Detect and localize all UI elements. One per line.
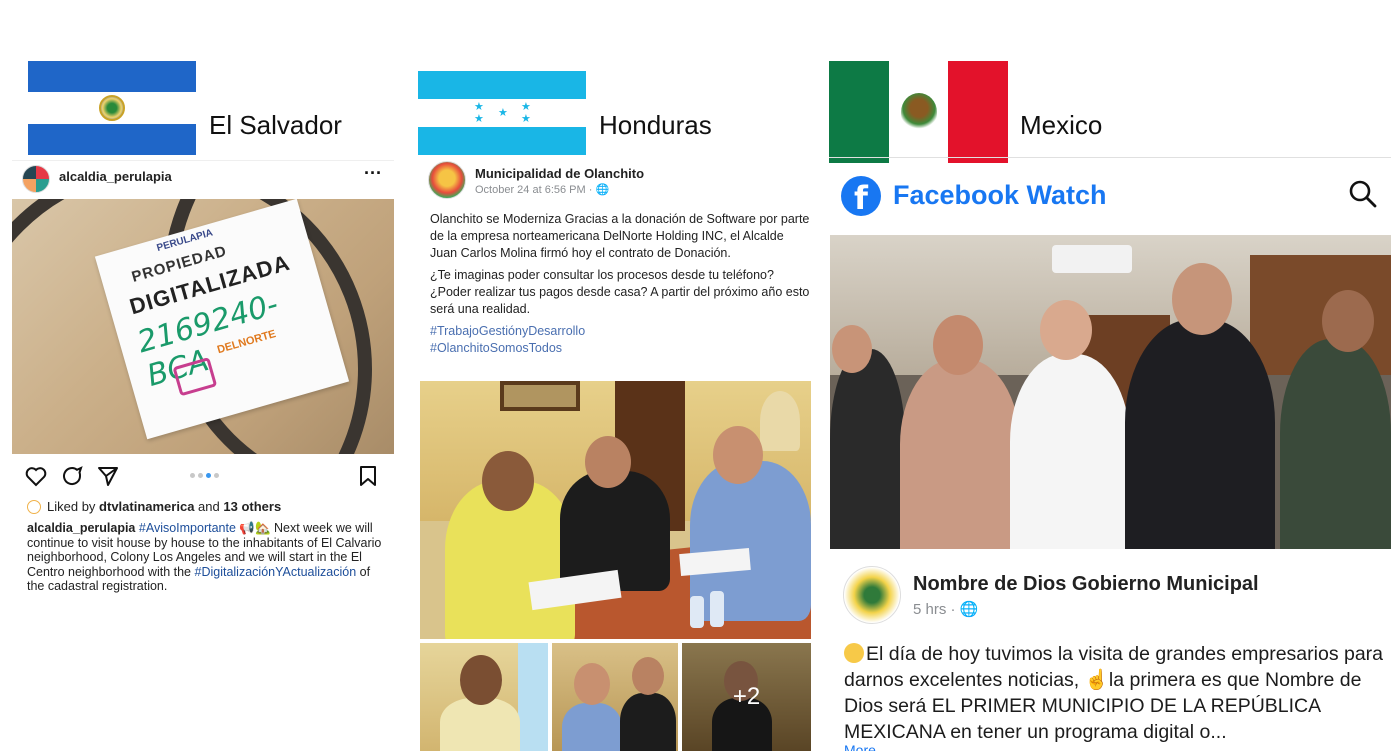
page-avatar[interactable] xyxy=(843,566,901,624)
post-photo[interactable] xyxy=(830,235,1391,549)
caption-hashtag[interactable]: #AvisoImportante xyxy=(139,521,236,535)
country-label-el-salvador: El Salvador xyxy=(209,110,342,140)
page-name[interactable]: Municipalidad de Olanchito xyxy=(475,166,644,181)
likes-line: Liked by dtvlatinamerica and 13 others xyxy=(27,499,281,514)
flag-stars: ★ ★ ★ ★ ★ xyxy=(418,99,586,127)
star-icon: ★ xyxy=(498,107,508,119)
post-thumbnail-strip: +2 xyxy=(420,643,811,751)
comment-icon[interactable] xyxy=(60,464,84,488)
smile-emoji-icon xyxy=(844,643,864,663)
liker-avatar-icon xyxy=(27,500,41,514)
pointing-hand-emoji-icon: ☝ xyxy=(1084,669,1109,691)
mexico-flag xyxy=(829,61,1008,163)
eagle-emblem-icon xyxy=(901,93,937,131)
post-thumbnail[interactable] xyxy=(420,643,548,751)
post-username[interactable]: alcaldia_perulapia xyxy=(59,169,172,184)
page-avatar[interactable] xyxy=(428,161,466,199)
more-photos-count[interactable]: +2 xyxy=(682,643,811,751)
el-salvador-flag xyxy=(28,61,196,155)
watch-title[interactable]: Facebook Watch xyxy=(893,180,1107,211)
more-options-icon[interactable]: ··· xyxy=(364,163,382,184)
country-label-mexico: Mexico xyxy=(1020,110,1103,140)
post-timestamp[interactable]: October 24 at 6:56 PM · 🌐 xyxy=(475,183,609,196)
coat-of-arms-icon xyxy=(99,95,125,121)
post-paragraph: Olanchito se Moderniza Gracias a la dona… xyxy=(430,212,810,260)
share-icon[interactable] xyxy=(96,464,120,488)
heart-icon[interactable] xyxy=(24,464,48,488)
post-paragraph: ¿Te imaginas poder consultar los proceso… xyxy=(430,268,810,316)
bookmark-icon[interactable] xyxy=(356,464,380,488)
instagram-post-header: alcaldia_perulapia ··· xyxy=(12,160,394,196)
search-icon[interactable] xyxy=(1347,178,1379,210)
post-main-photo[interactable] xyxy=(420,381,811,639)
post-thumbnail-more[interactable]: +2 xyxy=(682,643,811,751)
post-thumbnail[interactable] xyxy=(552,643,678,751)
caption-username[interactable]: alcaldia_perulapia xyxy=(27,521,135,535)
likes-prefix: Liked by xyxy=(47,499,96,514)
likes-joiner: and xyxy=(198,499,220,514)
caption-hashtag[interactable]: #DigitalizaciónYActualización xyxy=(195,565,357,579)
post-body: El día de hoy tuvimos la visita de grand… xyxy=(844,641,1384,745)
star-icon: ★ xyxy=(474,101,484,113)
page-name[interactable]: Nombre de Dios Gobierno Municipal xyxy=(913,573,1259,596)
likes-others[interactable]: 13 others xyxy=(223,499,281,514)
facebook-watch-header: f Facebook Watch xyxy=(829,157,1391,232)
honduras-flag: ★ ★ ★ ★ ★ xyxy=(418,71,586,155)
post-hashtag[interactable]: #TrabajoGestiónyDesarrollo xyxy=(430,323,810,340)
post-caption: alcaldia_perulapia #AvisoImportante 📢🏡 N… xyxy=(27,521,387,594)
instagram-post-photo[interactable]: PROPIEDAD DIGITALIZADA 2169240-BCA DELNO… xyxy=(12,199,394,454)
carousel-indicator xyxy=(190,472,230,480)
post-timestamp[interactable]: 5 hrs · 🌐 xyxy=(913,600,978,618)
post-body: Olanchito se Moderniza Gracias a la dona… xyxy=(430,211,810,357)
avatar[interactable] xyxy=(22,165,50,193)
liker-username[interactable]: dtvlatinamerica xyxy=(99,499,194,514)
instagram-action-bar xyxy=(12,460,394,494)
star-icon: ★ xyxy=(521,101,531,113)
star-icon: ★ xyxy=(474,113,484,125)
post-hashtag[interactable]: #OlanchitoSomosTodos xyxy=(430,340,810,357)
star-icon: ★ xyxy=(521,113,531,125)
see-more-link[interactable]: More xyxy=(844,742,876,751)
country-label-honduras: Honduras xyxy=(599,110,712,140)
facebook-logo-icon[interactable]: f xyxy=(841,176,881,217)
